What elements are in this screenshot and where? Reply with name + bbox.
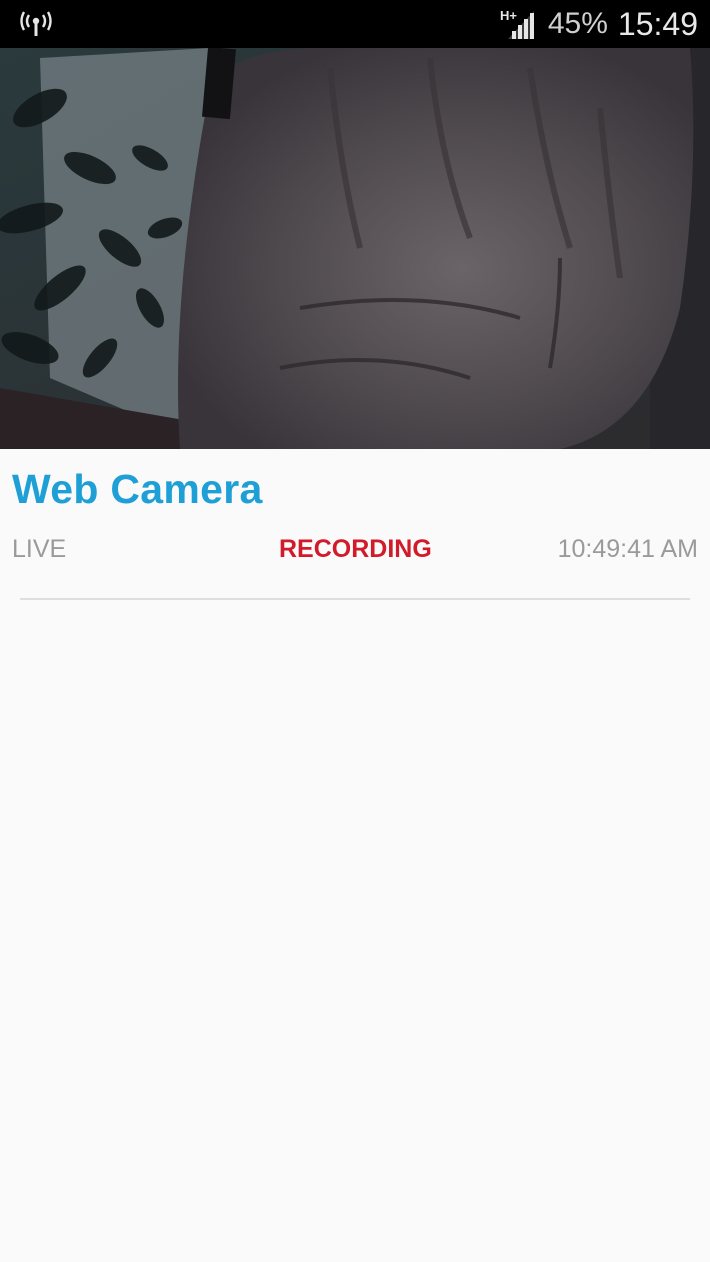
live-label[interactable]: LIVE (12, 535, 66, 564)
network-type-label: H+ (500, 8, 517, 23)
signal-hplus-icon: H+ (500, 8, 534, 39)
wireless-broadcast-icon (20, 11, 52, 36)
status-right-group: H+ 45% 15:49 (500, 0, 698, 48)
status-time: 15:49 (617, 5, 698, 42)
camera-title: Web Camera (12, 466, 263, 512)
battery-percentage: 45% (547, 7, 608, 40)
status-bar: H+ 45% 15:49 (0, 0, 710, 48)
camera-status-row: LIVE RECORDING 10:49:41 AM (12, 533, 698, 569)
camera-feed-image (0, 48, 710, 449)
camera-preview[interactable] (0, 48, 710, 449)
recording-timestamp: 10:49:41 AM (557, 535, 698, 563)
divider (20, 598, 690, 600)
recording-label[interactable]: RECORDING (279, 535, 432, 564)
